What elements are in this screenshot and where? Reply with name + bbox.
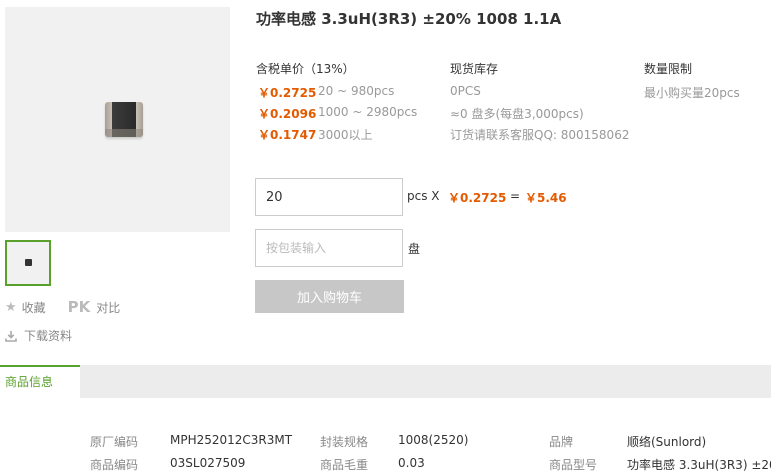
tier-range: 1000 ~ 2980pcs (318, 105, 418, 119)
tier-price: ￥0.2096 (258, 107, 317, 121)
tier-range: 20 ~ 980pcs (318, 84, 395, 98)
spec-label: 商品型号 (549, 458, 598, 472)
equals-sign: = (510, 189, 521, 203)
spec-label: 商品毛重 (320, 458, 369, 472)
inductor-thumb-image (25, 259, 32, 266)
spec-label: 商品编码 (90, 458, 139, 472)
price-tier-row: ￥0.2096 1000 ~ 2980pcs (258, 105, 417, 126)
spec-label: 品牌 (549, 435, 574, 449)
price-tier-row: ￥0.1747 3000以上 (258, 126, 417, 147)
pcs-multiplier-label: pcs X (407, 189, 440, 203)
price-tier-list: ￥0.2725 20 ~ 980pcs ￥0.2096 1000 ~ 2980p… (258, 84, 417, 147)
detail-tabbar: 商品信息 (0, 365, 771, 398)
stock-header: 现货库存 (450, 62, 499, 76)
spec-value: 顺络(Sunlord) (627, 435, 707, 449)
limit-header: 数量限制 (644, 62, 693, 76)
product-thumbnail[interactable] (5, 240, 51, 286)
tab-product-info[interactable]: 商品信息 (0, 365, 80, 398)
reel-quantity-input[interactable] (255, 229, 403, 267)
download-button[interactable]: 下载资料 (5, 327, 72, 344)
price-header: 含税单价（13%） (256, 62, 355, 76)
stock-contact: 订货请联系客服QQ: 800158062 (450, 128, 630, 142)
min-order-text: 最小购买量20pcs (644, 86, 740, 100)
spec-value: 03SL027509 (170, 456, 246, 470)
tier-range: 3000以上 (318, 128, 373, 142)
product-actions: ★ 收藏 PK 对比 (5, 298, 120, 316)
spec-value: 0.03 (398, 456, 425, 470)
reel-unit-label: 盘 (408, 242, 421, 256)
stock-quantity: 0PCS (450, 84, 481, 98)
spec-value: 功率电感 3.3uH(3R3) ±20... (627, 458, 771, 472)
favorite-label: 收藏 (21, 300, 46, 315)
inductor-chip-image (105, 102, 143, 137)
unit-price: ￥0.2725 (448, 191, 507, 205)
price-tier-row: ￥0.2725 20 ~ 980pcs (258, 84, 417, 105)
compare-label: 对比 (96, 300, 121, 315)
spec-label: 原厂编码 (90, 435, 139, 449)
product-title: 功率电感 3.3uH(3R3) ±20% 1008 1.1A (256, 10, 562, 28)
tier-price: ￥0.1747 (258, 128, 317, 142)
download-icon (5, 330, 17, 342)
spec-value: MPH252012C3R3MT (170, 433, 293, 447)
compare-button[interactable]: PK 对比 (46, 298, 121, 316)
download-label: 下载资料 (24, 329, 73, 343)
tier-price: ￥0.2725 (258, 86, 317, 100)
product-main-image (5, 7, 230, 232)
favorite-button[interactable]: ★ 收藏 (5, 299, 46, 316)
pk-icon: PK (67, 298, 91, 316)
spec-label: 封装规格 (320, 435, 369, 449)
quantity-input[interactable] (255, 178, 403, 216)
add-to-cart-button[interactable]: 加入购物车 (255, 280, 404, 313)
total-price: ￥5.46 (525, 191, 567, 205)
spec-value: 1008(2520) (398, 433, 469, 447)
star-icon: ★ (5, 299, 17, 315)
stock-reels: ≈0 盘多(每盘3,000pcs) (450, 107, 584, 121)
stock-info: 0PCS ≈0 盘多(每盘3,000pcs) 订货请联系客服QQ: 800158… (450, 84, 629, 147)
